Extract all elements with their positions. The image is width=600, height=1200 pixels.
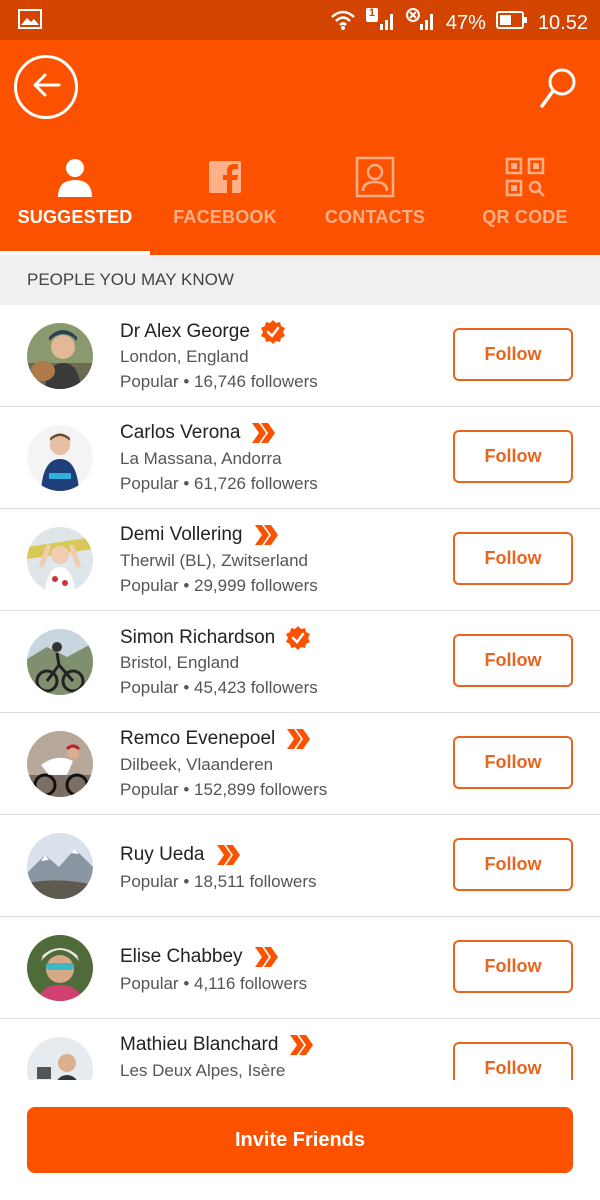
list-item[interactable]: Dr Alex George London, England Popular •… [0, 305, 600, 407]
person-location: Therwil (BL), Zwitserland [120, 551, 308, 570]
qr-code-icon [503, 155, 547, 199]
follow-button[interactable]: Follow [453, 430, 573, 483]
person-stats: Popular • 152,899 followers [120, 780, 328, 799]
tab-facebook[interactable]: FACEBOOK [150, 155, 300, 255]
person-name[interactable]: Dr Alex George [120, 321, 250, 343]
avatar[interactable] [27, 527, 93, 593]
tab-qr-code-label: QR CODE [482, 207, 568, 227]
person-location: London, England [120, 347, 249, 366]
person-stats: Popular • 61,726 followers [120, 474, 318, 493]
list-item[interactable]: Remco Evenepoel Dilbeek, Vlaanderen Popu… [0, 713, 600, 815]
person-location: Dilbeek, Vlaanderen [120, 755, 274, 774]
contact-card-icon [353, 155, 397, 199]
follow-button[interactable]: Follow [453, 634, 573, 687]
person-stats: Popular • 16,746 followers [120, 372, 318, 391]
person-stats: Popular • 18,511 followers [120, 872, 317, 891]
verified-badge-icon [285, 625, 311, 651]
follow-button[interactable]: Follow [453, 736, 573, 789]
verified-badge-icon [260, 319, 286, 345]
follow-button[interactable]: Follow [453, 838, 573, 891]
pro-chevron-icon [215, 843, 241, 867]
app-header: SUGGESTED FACEBOOK CONTACTS QR CODE [0, 40, 600, 255]
person-name[interactable]: Ruy Ueda [120, 844, 205, 866]
avatar[interactable] [27, 731, 93, 797]
battery-percent: 47% [445, 11, 486, 34]
section-header: PEOPLE YOU MAY KNOW [0, 255, 600, 305]
tab-contacts-label: CONTACTS [324, 207, 426, 227]
follow-button[interactable]: Follow [453, 532, 573, 585]
person-location: La Massana, Andorra [120, 449, 282, 468]
notification-count: 1 [368, 7, 376, 19]
avatar[interactable] [27, 833, 93, 899]
invite-friends-button[interactable]: Invite Friends [27, 1107, 573, 1173]
person-location: Les Deux Alpes, Isère [120, 1061, 286, 1080]
person-name[interactable]: Remco Evenepoel [120, 728, 275, 750]
person-stats: Popular • 29,999 followers [120, 576, 318, 595]
list-item[interactable]: Ruy Ueda Popular • 18,511 followers Foll… [0, 815, 600, 917]
tab-suggested-label: SUGGESTED [17, 207, 133, 227]
avatar[interactable] [27, 1037, 93, 1080]
pro-chevron-icon [250, 421, 276, 445]
person-stats: Popular • 4,116 followers [120, 974, 308, 993]
wifi-icon [330, 9, 356, 37]
person-icon [53, 155, 97, 199]
gallery-icon [18, 9, 42, 35]
person-name[interactable]: Elise Chabbey [120, 946, 243, 968]
person-stats: Popular • 45,423 followers [120, 678, 318, 697]
pro-chevron-icon [253, 523, 279, 547]
follow-button[interactable]: Follow [453, 1042, 573, 1080]
list-item[interactable]: Demi Vollering Therwil (BL), Zwitserland… [0, 509, 600, 611]
list-item[interactable]: Elise Chabbey Popular • 4,116 followers … [0, 917, 600, 1019]
people-list[interactable]: Dr Alex George London, England Popular •… [0, 305, 600, 1080]
signal-icon: 1 [365, 7, 396, 38]
clock: 10.52 [537, 11, 588, 34]
person-name[interactable]: Carlos Verona [120, 422, 240, 444]
back-button[interactable] [14, 55, 78, 119]
person-name[interactable]: Demi Vollering [120, 524, 243, 546]
tab-facebook-label: FACEBOOK [173, 207, 277, 227]
no-sim-signal-icon [405, 8, 436, 38]
list-item[interactable]: Carlos Verona La Massana, Andorra Popula… [0, 407, 600, 509]
pro-chevron-icon [288, 1033, 314, 1057]
avatar[interactable] [27, 425, 93, 491]
list-item[interactable]: Simon Richardson Bristol, England Popula… [0, 611, 600, 713]
facebook-icon [203, 155, 247, 199]
status-bar: 1 47% 10.52 [0, 0, 600, 40]
search-button[interactable] [538, 66, 578, 110]
pro-chevron-icon [285, 727, 311, 751]
pro-chevron-icon [253, 945, 279, 969]
person-name[interactable]: Mathieu Blanchard [120, 1034, 278, 1056]
follow-button[interactable]: Follow [453, 328, 573, 381]
arrow-left-icon [31, 72, 61, 103]
search-icon [538, 68, 578, 114]
person-name[interactable]: Simon Richardson [120, 627, 275, 649]
avatar[interactable] [27, 323, 93, 389]
avatar[interactable] [27, 935, 93, 1001]
bottom-bar: Invite Friends [0, 1080, 600, 1200]
follow-button[interactable]: Follow [453, 940, 573, 993]
list-item[interactable]: Mathieu Blanchard Les Deux Alpes, Isère … [0, 1019, 600, 1080]
avatar[interactable] [27, 629, 93, 695]
person-location: Bristol, England [120, 653, 240, 672]
tab-qr-code[interactable]: QR CODE [450, 155, 600, 255]
tab-contacts[interactable]: CONTACTS [300, 155, 450, 255]
tab-suggested[interactable]: SUGGESTED [0, 155, 150, 255]
tab-bar: SUGGESTED FACEBOOK CONTACTS QR CODE [0, 155, 600, 255]
battery-icon [495, 10, 528, 36]
